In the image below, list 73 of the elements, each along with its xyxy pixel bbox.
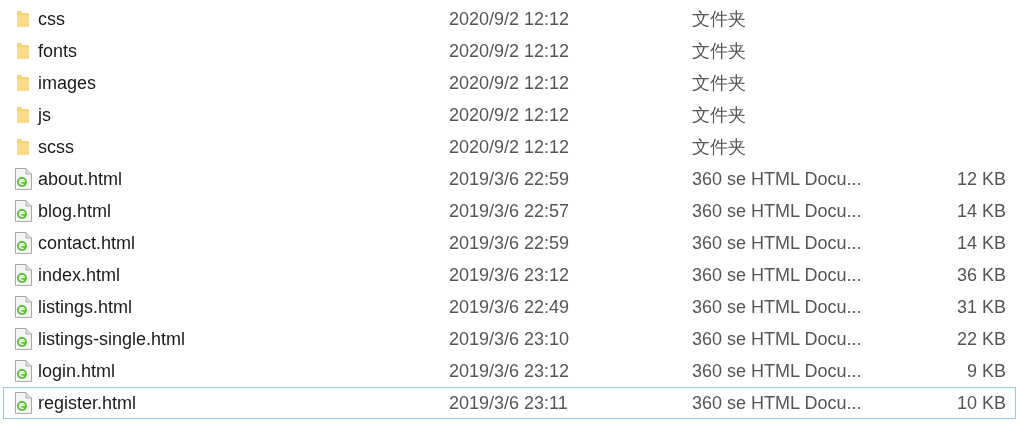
file-row[interactable]: css 2020/9/2 12:12 文件夹	[3, 3, 1016, 35]
file-type: 360 se HTML Docu...	[692, 359, 863, 383]
file-row[interactable]: login.html 2019/3/6 23:12 360 se HTML Docu... 9 KB	[3, 355, 1016, 387]
file-row[interactable]: images 2020/9/2 12:12 文件夹	[3, 67, 1016, 99]
modified-date: 2020/9/2 12:12	[449, 7, 571, 31]
document-icon	[13, 232, 32, 254]
folder-icon	[15, 138, 30, 156]
folder-icon	[15, 10, 30, 28]
file-name: css	[38, 7, 66, 31]
file-type: 360 se HTML Docu...	[692, 295, 863, 319]
file-size: 9 KB	[965, 359, 1006, 383]
file-size: 12 KB	[955, 167, 1006, 191]
file-name: register.html	[38, 391, 138, 415]
file-name: listings-single.html	[38, 327, 187, 351]
document-icon	[13, 168, 32, 190]
file-row[interactable]: listings.html 2019/3/6 22:49 360 se HTML Docu... 31 KB	[3, 291, 1016, 323]
file-name: scss	[38, 135, 75, 159]
file-row[interactable]: scss 2020/9/2 12:12 文件夹	[3, 131, 1016, 163]
file-type: 文件夹	[692, 71, 747, 95]
modified-date: 2020/9/2 12:12	[449, 103, 571, 127]
modified-date: 2020/9/2 12:12	[449, 135, 571, 159]
file-name: js	[38, 103, 52, 127]
document-icon	[13, 360, 32, 382]
file-name: fonts	[38, 39, 79, 63]
file-name: contact.html	[38, 231, 137, 255]
file-row[interactable]: about.html 2019/3/6 22:59 360 se HTML Docu... 12 KB	[3, 163, 1016, 195]
modified-date: 2019/3/6 22:57	[449, 199, 571, 223]
file-size: 31 KB	[955, 295, 1006, 319]
file-size: 10 KB	[955, 391, 1006, 415]
file-type: 360 se HTML Docu...	[692, 231, 863, 255]
modified-date: 2020/9/2 12:12	[449, 71, 571, 95]
file-name: images	[38, 71, 98, 95]
file-name: about.html	[38, 167, 124, 191]
document-icon	[13, 264, 32, 286]
modified-date: 2019/3/6 22:59	[449, 231, 571, 255]
file-row[interactable]: blog.html 2019/3/6 22:57 360 se HTML Docu... 14 KB	[3, 195, 1016, 227]
file-type: 360 se HTML Docu...	[692, 167, 863, 191]
file-name: index.html	[38, 263, 122, 287]
file-size: 14 KB	[955, 199, 1006, 223]
document-icon	[13, 200, 32, 222]
file-row[interactable]: register.html 2019/3/6 23:11 360 se HTML Docu... 10 KB	[3, 387, 1016, 419]
file-size: 22 KB	[955, 327, 1006, 351]
file-type: 文件夹	[692, 135, 747, 159]
file-type: 360 se HTML Docu...	[692, 263, 863, 287]
file-type: 360 se HTML Docu...	[692, 327, 863, 351]
file-name: login.html	[38, 359, 117, 383]
modified-date: 2020/9/2 12:12	[449, 39, 571, 63]
document-icon	[13, 328, 32, 350]
modified-date: 2019/3/6 22:59	[449, 167, 571, 191]
file-row[interactable]: fonts 2020/9/2 12:12 文件夹	[3, 35, 1016, 67]
modified-date: 2019/3/6 23:10	[449, 327, 571, 351]
folder-icon	[15, 42, 30, 60]
file-size: 36 KB	[955, 263, 1006, 287]
modified-date: 2019/3/6 22:49	[449, 295, 571, 319]
file-type: 文件夹	[692, 39, 747, 63]
file-size: 14 KB	[955, 231, 1006, 255]
file-row[interactable]: index.html 2019/3/6 23:12 360 se HTML Docu... 36 KB	[3, 259, 1016, 291]
document-icon	[13, 296, 32, 318]
modified-date: 2019/3/6 23:11	[449, 391, 569, 415]
file-type: 文件夹	[692, 7, 747, 31]
file-type: 360 se HTML Docu...	[692, 199, 863, 223]
file-row[interactable]: js 2020/9/2 12:12 文件夹	[3, 99, 1016, 131]
document-icon	[13, 392, 32, 414]
file-name: listings.html	[38, 295, 134, 319]
file-row[interactable]: listings-single.html 2019/3/6 23:10 360 se HTML Docu... 22 KB	[3, 323, 1016, 355]
modified-date: 2019/3/6 23:12	[449, 359, 571, 383]
file-type: 360 se HTML Docu...	[692, 391, 863, 415]
file-name: blog.html	[38, 199, 113, 223]
file-row[interactable]: contact.html 2019/3/6 22:59 360 se HTML Docu... 14 KB	[3, 227, 1016, 259]
folder-icon	[15, 74, 30, 92]
modified-date: 2019/3/6 23:12	[449, 263, 571, 287]
file-type: 文件夹	[692, 103, 747, 127]
folder-icon	[15, 106, 30, 124]
